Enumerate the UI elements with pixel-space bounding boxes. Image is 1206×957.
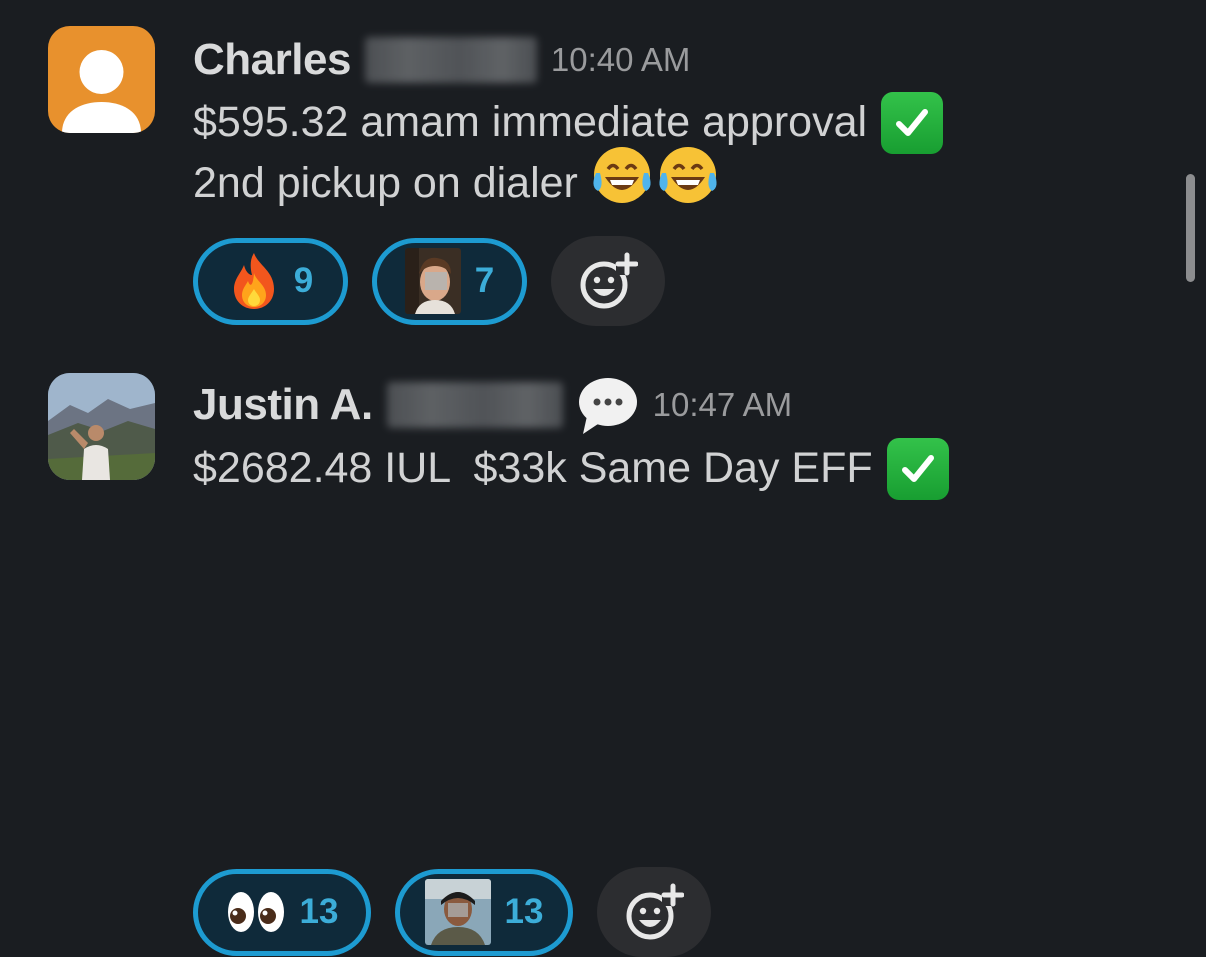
custom-face-emoji-icon	[424, 879, 491, 945]
fire-icon	[233, 253, 274, 309]
message-line: $2682.48 IUL $33k Same Day EFF	[193, 444, 873, 492]
add-emoji-icon	[626, 883, 684, 940]
reaction-count: 7	[474, 261, 495, 300]
eyes-icon	[227, 892, 284, 932]
message-line: 2nd pickup on dialer	[193, 159, 578, 207]
reaction-bar: 9 7	[193, 236, 665, 326]
reaction-count: 9	[293, 261, 314, 300]
add-reaction-button[interactable]	[551, 236, 665, 326]
timestamp[interactable]: 10:47 AM	[653, 386, 792, 424]
reaction-bar: 13 13	[193, 867, 711, 957]
tears-of-joy-icon	[592, 143, 720, 224]
author-name[interactable]: Charles	[193, 35, 351, 85]
redacted-surname	[386, 382, 563, 428]
message-line: $595.32 amam immediate approval	[193, 98, 868, 146]
reaction-custom-face[interactable]: 13	[395, 868, 573, 956]
message-text: $595.32 amam immediate approval 2nd pick…	[193, 91, 944, 214]
avatar-charles[interactable]	[48, 26, 155, 133]
profile-photo-icon	[48, 373, 155, 480]
add-reaction-button[interactable]	[597, 867, 711, 957]
default-user-icon	[62, 50, 141, 133]
reaction-count: 13	[504, 892, 544, 931]
check-mark-icon	[886, 437, 949, 500]
author-name[interactable]: Justin A.	[193, 380, 373, 430]
reaction-eyes[interactable]: 13	[193, 868, 371, 956]
reaction-custom-face[interactable]: 7	[372, 237, 527, 325]
message-header: Justin A. 10:47 AM	[193, 375, 792, 435]
reaction-fire[interactable]: 9	[193, 237, 348, 325]
speech-bubble-icon	[577, 374, 639, 436]
avatar-justin[interactable]	[48, 373, 155, 480]
message-text: $2682.48 IUL $33k Same Day EFF	[193, 437, 949, 500]
custom-face-emoji-icon	[404, 248, 461, 314]
add-emoji-icon	[580, 252, 638, 309]
message-header: Charles 10:40 AM	[193, 30, 690, 90]
timestamp[interactable]: 10:40 AM	[551, 41, 690, 79]
check-mark-icon	[881, 91, 944, 154]
scrollbar-thumb[interactable]	[1186, 174, 1195, 282]
reaction-count: 13	[299, 892, 339, 931]
redacted-surname	[364, 37, 537, 83]
